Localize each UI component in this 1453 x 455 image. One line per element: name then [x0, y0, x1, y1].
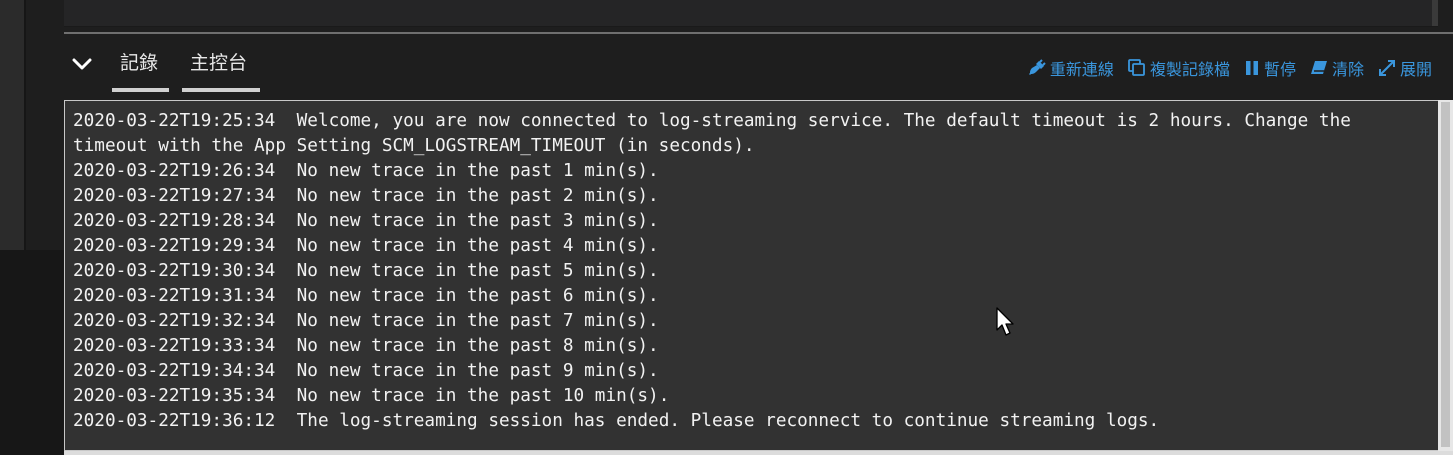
- tab-console-underline: [182, 88, 260, 92]
- log-timestamp: 2020-03-22T19:27:34: [73, 186, 276, 206]
- log-line: 2020-03-22T19:29:34 No new trace in the …: [73, 234, 1423, 259]
- log-separator: [275, 311, 296, 331]
- log-line: 2020-03-22T19:25:34 Welcome, you are now…: [73, 109, 1423, 159]
- log-line: 2020-03-22T19:36:12 The log-streaming se…: [73, 409, 1423, 434]
- log-line: 2020-03-22T19:27:34 No new trace in the …: [73, 184, 1423, 209]
- log-message: No new trace in the past 2 min(s).: [296, 186, 659, 206]
- mouse-cursor-icon: [996, 307, 1014, 336]
- log-timestamp: 2020-03-22T19:29:34: [73, 236, 276, 256]
- editor-scrollbar[interactable]: [1432, 0, 1438, 26]
- log-timestamp: 2020-03-22T19:34:34: [73, 361, 276, 381]
- log-message: No new trace in the past 3 min(s).: [296, 211, 659, 231]
- log-message: The log-streaming session has ended. Ple…: [296, 411, 1160, 431]
- clear-button[interactable]: 清除: [1310, 56, 1364, 80]
- log-timestamp: 2020-03-22T19:28:34: [73, 211, 276, 231]
- bottom-edge: [64, 451, 1453, 455]
- log-message: No new trace in the past 1 min(s).: [296, 161, 659, 181]
- log-separator: [275, 111, 296, 131]
- copy-logs-label: 複製記錄檔: [1149, 60, 1230, 79]
- log-toolbar: 重新連線 複製記錄檔 暫停 清除 展開: [1028, 54, 1432, 82]
- log-message: No new trace in the past 7 min(s).: [296, 311, 659, 331]
- pause-button[interactable]: 暫停: [1244, 56, 1296, 80]
- reconnect-button[interactable]: 重新連線: [1028, 56, 1114, 80]
- log-separator: [275, 361, 296, 381]
- editor-area: [64, 0, 1438, 27]
- log-separator: [275, 211, 296, 231]
- pause-icon: [1245, 61, 1258, 75]
- expand-button[interactable]: 展開: [1378, 56, 1432, 80]
- log-separator: [275, 186, 296, 206]
- log-message: No new trace in the past 8 min(s).: [296, 336, 659, 356]
- log-line: 2020-03-22T19:28:34 No new trace in the …: [73, 209, 1423, 234]
- eraser-icon: [1310, 61, 1327, 74]
- reconnect-label: 重新連線: [1049, 60, 1114, 79]
- log-timestamp: 2020-03-22T19:25:34: [73, 111, 276, 131]
- log-separator: [275, 236, 296, 256]
- log-lines: 2020-03-22T19:25:34 Welcome, you are now…: [73, 109, 1423, 434]
- log-separator: [275, 386, 296, 406]
- log-line: 2020-03-22T19:26:34 No new trace in the …: [73, 159, 1423, 184]
- expand-icon: [1378, 60, 1395, 76]
- log-separator: [275, 161, 296, 181]
- pause-label: 暫停: [1263, 60, 1296, 79]
- log-timestamp: 2020-03-22T19:32:34: [73, 311, 276, 331]
- copy-icon: [1128, 59, 1145, 76]
- log-separator: [275, 411, 296, 431]
- tab-log-label: 記錄: [120, 52, 159, 74]
- log-scrollbar[interactable]: [1438, 100, 1453, 451]
- log-line: 2020-03-22T19:34:34 No new trace in the …: [73, 359, 1423, 384]
- tab-console[interactable]: 主控台: [182, 48, 260, 92]
- log-line: 2020-03-22T19:30:34 No new trace in the …: [73, 259, 1423, 284]
- chevron-down-icon: [72, 58, 92, 70]
- collapse-panel-button[interactable]: [70, 52, 94, 76]
- log-line: 2020-03-22T19:32:34 No new trace in the …: [73, 309, 1423, 334]
- log-separator: [275, 261, 296, 281]
- log-message: No new trace in the past 5 min(s).: [296, 261, 659, 281]
- log-timestamp: 2020-03-22T19:35:34: [73, 386, 276, 406]
- left-rail-bottom: [0, 250, 64, 455]
- tab-console-label: 主控台: [190, 52, 248, 74]
- expand-label: 展開: [1399, 60, 1432, 79]
- log-message: No new trace in the past 9 min(s).: [296, 361, 659, 381]
- tab-log[interactable]: 記錄: [112, 48, 169, 92]
- log-line: 2020-03-22T19:31:34 No new trace in the …: [73, 284, 1423, 309]
- log-separator: [275, 286, 296, 306]
- clear-label: 清除: [1331, 60, 1364, 79]
- log-message: No new trace in the past 4 min(s).: [296, 236, 659, 256]
- log-separator: [275, 336, 296, 356]
- log-message: No new trace in the past 6 min(s).: [296, 286, 659, 306]
- log-timestamp: 2020-03-22T19:36:12: [73, 411, 276, 431]
- tab-log-underline: [112, 88, 169, 92]
- log-output[interactable]: 2020-03-22T19:25:34 Welcome, you are now…: [64, 100, 1438, 451]
- log-timestamp: 2020-03-22T19:30:34: [73, 261, 276, 281]
- log-timestamp: 2020-03-22T19:31:34: [73, 286, 276, 306]
- panel-header: 記錄 主控台 重新連線 複製記錄檔 暫停 清除 展開: [64, 34, 1453, 100]
- log-line: 2020-03-22T19:33:34 No new trace in the …: [73, 334, 1423, 359]
- plug-icon: [1028, 59, 1046, 75]
- log-message: No new trace in the past 10 min(s).: [296, 386, 670, 406]
- log-timestamp: 2020-03-22T19:33:34: [73, 336, 276, 356]
- copy-logs-button[interactable]: 複製記錄檔: [1128, 56, 1230, 80]
- log-timestamp: 2020-03-22T19:26:34: [73, 161, 276, 181]
- log-scroll-thumb[interactable]: [1441, 102, 1450, 447]
- log-line: 2020-03-22T19:35:34 No new trace in the …: [73, 384, 1423, 409]
